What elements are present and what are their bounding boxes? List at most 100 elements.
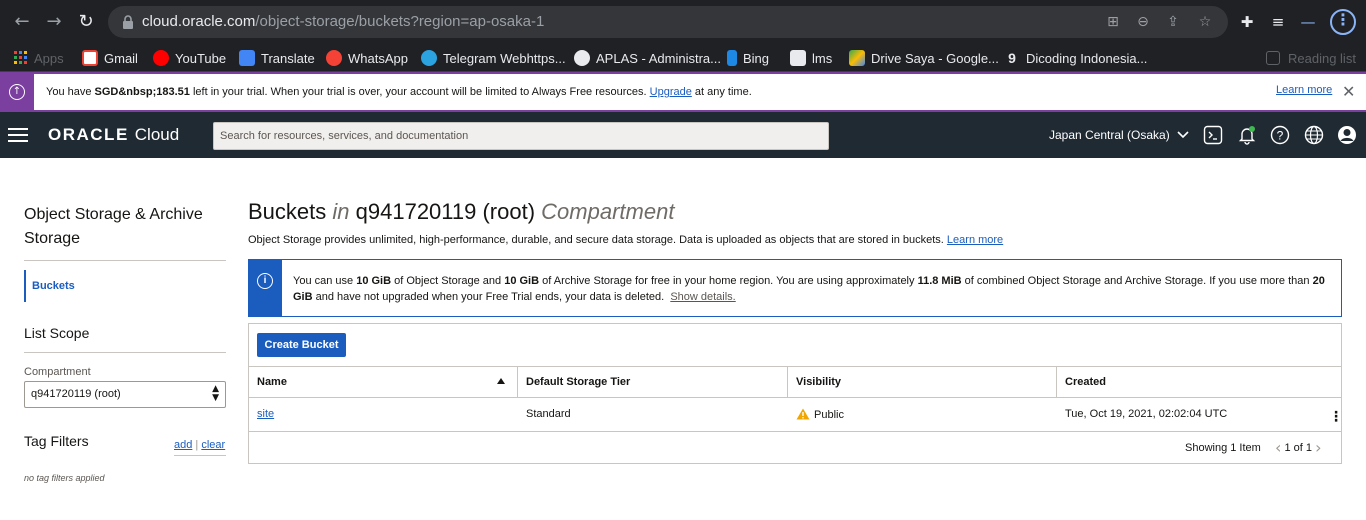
table-header: Name Default Storage Tier Visibility Cre… (249, 366, 1341, 398)
reading-list-button[interactable]: Reading list (1266, 48, 1356, 68)
reading-list-icon (1266, 51, 1280, 65)
back-icon[interactable]: ← (10, 10, 34, 34)
cloud-shell-icon[interactable] (1203, 125, 1223, 145)
compartment-value: q941720119 (root) (31, 388, 121, 400)
created-cell: Tue, Oct 19, 2021, 02:02:04 UTC (1065, 408, 1228, 420)
info-icon: i (257, 273, 273, 289)
telegram-bookmark[interactable]: Telegram Webhttps... (421, 48, 566, 68)
translate-icon[interactable]: ⊞ (1104, 13, 1122, 31)
apps-bookmark[interactable]: Apps (14, 48, 64, 68)
bell-icon[interactable] (1237, 125, 1257, 145)
trial-learn-more-link[interactable]: Learn more (1276, 84, 1332, 96)
upgrade-link[interactable]: Upgrade (650, 86, 692, 98)
bookmark-star-icon[interactable]: ☆ (1196, 13, 1214, 31)
storage-tier-cell: Standard (526, 408, 571, 420)
sort-ascending-icon (497, 378, 505, 384)
bookmark-label: YouTube (175, 50, 227, 66)
show-details-link[interactable]: Show details. (670, 291, 735, 303)
sidebar-divider (24, 352, 226, 353)
trial-text-prefix: You have (46, 86, 95, 98)
add-tag-link[interactable]: add (174, 439, 192, 451)
apps-grid-icon (14, 51, 27, 64)
sidebar-title: Object Storage & Archive Storage (24, 206, 203, 247)
row-actions-kebab-icon[interactable]: ⋮ (1329, 408, 1343, 425)
translate-bookmark[interactable]: Translate (239, 48, 315, 68)
logo-oracle-text: ORACLE (48, 125, 129, 144)
sidebar-item-buckets[interactable]: Buckets (24, 270, 226, 302)
no-tag-filters-text: no tag filters applied (24, 473, 105, 483)
drive-bookmark[interactable]: Drive Saya - Google... (849, 48, 999, 68)
description-text: Object Storage provides unlimited, high-… (248, 234, 944, 246)
table-row: site Standard Public Tue, Oct 19, 2021, … (249, 399, 1343, 432)
bookmark-label: Bing (743, 50, 770, 66)
create-bucket-button[interactable]: Create Bucket (257, 333, 346, 357)
user-profile-icon[interactable] (1337, 125, 1357, 145)
select-arrows-icon: ▲ ▼ (212, 384, 219, 403)
title-main: Buckets (248, 199, 327, 224)
arrow-up-circle-icon: ↑ (9, 84, 25, 100)
bing-icon (727, 50, 737, 66)
telegram-icon (421, 50, 437, 66)
search-placeholder: Search for resources, services, and docu… (220, 130, 469, 142)
zoom-icon[interactable]: ⊖ (1134, 13, 1152, 31)
page-indicator: 1 of 1 (1284, 442, 1312, 454)
share-icon[interactable]: ⇪ (1164, 13, 1182, 31)
search-input[interactable]: Search for resources, services, and docu… (213, 122, 829, 150)
youtube-icon (153, 50, 169, 66)
next-page-icon[interactable]: › (1315, 438, 1321, 457)
close-icon[interactable]: ✕ (1342, 82, 1355, 101)
browser-toolbar: ← → ↻ cloud.oracle.com/object-storage/bu… (0, 0, 1366, 44)
globe-language-icon[interactable] (1304, 125, 1324, 145)
page-title: Buckets in q941720119 (root) Compartment (248, 199, 674, 225)
lock-icon (123, 15, 133, 29)
column-header-tier: Default Storage Tier (518, 367, 788, 397)
bucket-name-cell: site (249, 399, 282, 431)
region-selector[interactable]: Japan Central (Osaka) (1049, 128, 1189, 142)
bookmark-label: Drive Saya - Google... (871, 50, 999, 66)
region-label: Japan Central (Osaka) (1049, 128, 1170, 142)
column-header-created: Created (1065, 376, 1106, 388)
column-header-name[interactable]: Name (249, 367, 518, 397)
reload-icon[interactable]: ↻ (74, 10, 98, 34)
gmail-icon (82, 50, 98, 66)
tag-filter-actions: add | clear (174, 439, 226, 451)
list-scope-heading: List Scope (24, 325, 90, 341)
help-icon[interactable]: ? (1270, 125, 1290, 145)
address-bar[interactable]: cloud.oracle.com/object-storage/buckets?… (108, 6, 1228, 38)
media-control-icon[interactable]: ≡ (1268, 12, 1288, 32)
gmail-bookmark[interactable]: Gmail (82, 48, 138, 68)
tag-filters-heading: Tag Filters (24, 433, 89, 449)
menu-dots-icon[interactable]: ⋮ (1330, 9, 1356, 35)
bookmark-label: lms (812, 50, 833, 66)
sidebar-item-label: Buckets (32, 280, 75, 292)
forward-icon[interactable]: → (42, 10, 66, 34)
youtube-bookmark[interactable]: YouTube (153, 48, 226, 68)
showing-count: Showing 1 Item (1185, 442, 1261, 454)
page-description: Object Storage provides unlimited, high-… (248, 234, 1003, 246)
sync-icon[interactable]: — (1298, 12, 1318, 32)
prev-page-icon[interactable]: ‹ (1275, 438, 1281, 457)
hamburger-menu-icon[interactable] (8, 128, 28, 142)
clear-tag-link[interactable]: clear (201, 439, 225, 451)
svg-text:?: ? (1277, 129, 1284, 143)
lms-bookmark[interactable]: lms (790, 48, 832, 68)
dicoding-bookmark[interactable]: 9 Dicoding Indonesia... (1004, 48, 1147, 68)
trial-message: You have SGD&nbsp;183.51 left in your tr… (46, 86, 752, 98)
compartment-label: Compartment (24, 366, 91, 378)
aplas-bookmark[interactable]: APLAS - Administra... (574, 48, 721, 68)
trial-icon-box: ↑ (0, 74, 34, 110)
extensions-icon[interactable]: ✚ (1237, 12, 1257, 32)
bookmark-label: Telegram Webhttps... (443, 50, 566, 66)
bookmark-label: WhatsApp (348, 50, 408, 66)
bookmarks-bar: Apps Gmail YouTube Translate WhatsApp Te… (0, 44, 1366, 72)
chevron-down-icon (1177, 131, 1189, 139)
oracle-cloud-logo[interactable]: ORACLE Cloud (48, 125, 179, 145)
compartment-select[interactable]: q941720119 (root) ▲ ▼ (24, 381, 226, 408)
whatsapp-icon (326, 50, 342, 66)
bucket-name-link[interactable]: site (257, 408, 274, 420)
bing-bookmark[interactable]: Bing (727, 48, 769, 68)
whatsapp-bookmark[interactable]: WhatsApp (326, 48, 408, 68)
learn-more-link[interactable]: Learn more (947, 234, 1003, 246)
title-compartment: q941720119 (root) (355, 199, 536, 224)
column-header-visibility: Visibility (788, 367, 1057, 397)
